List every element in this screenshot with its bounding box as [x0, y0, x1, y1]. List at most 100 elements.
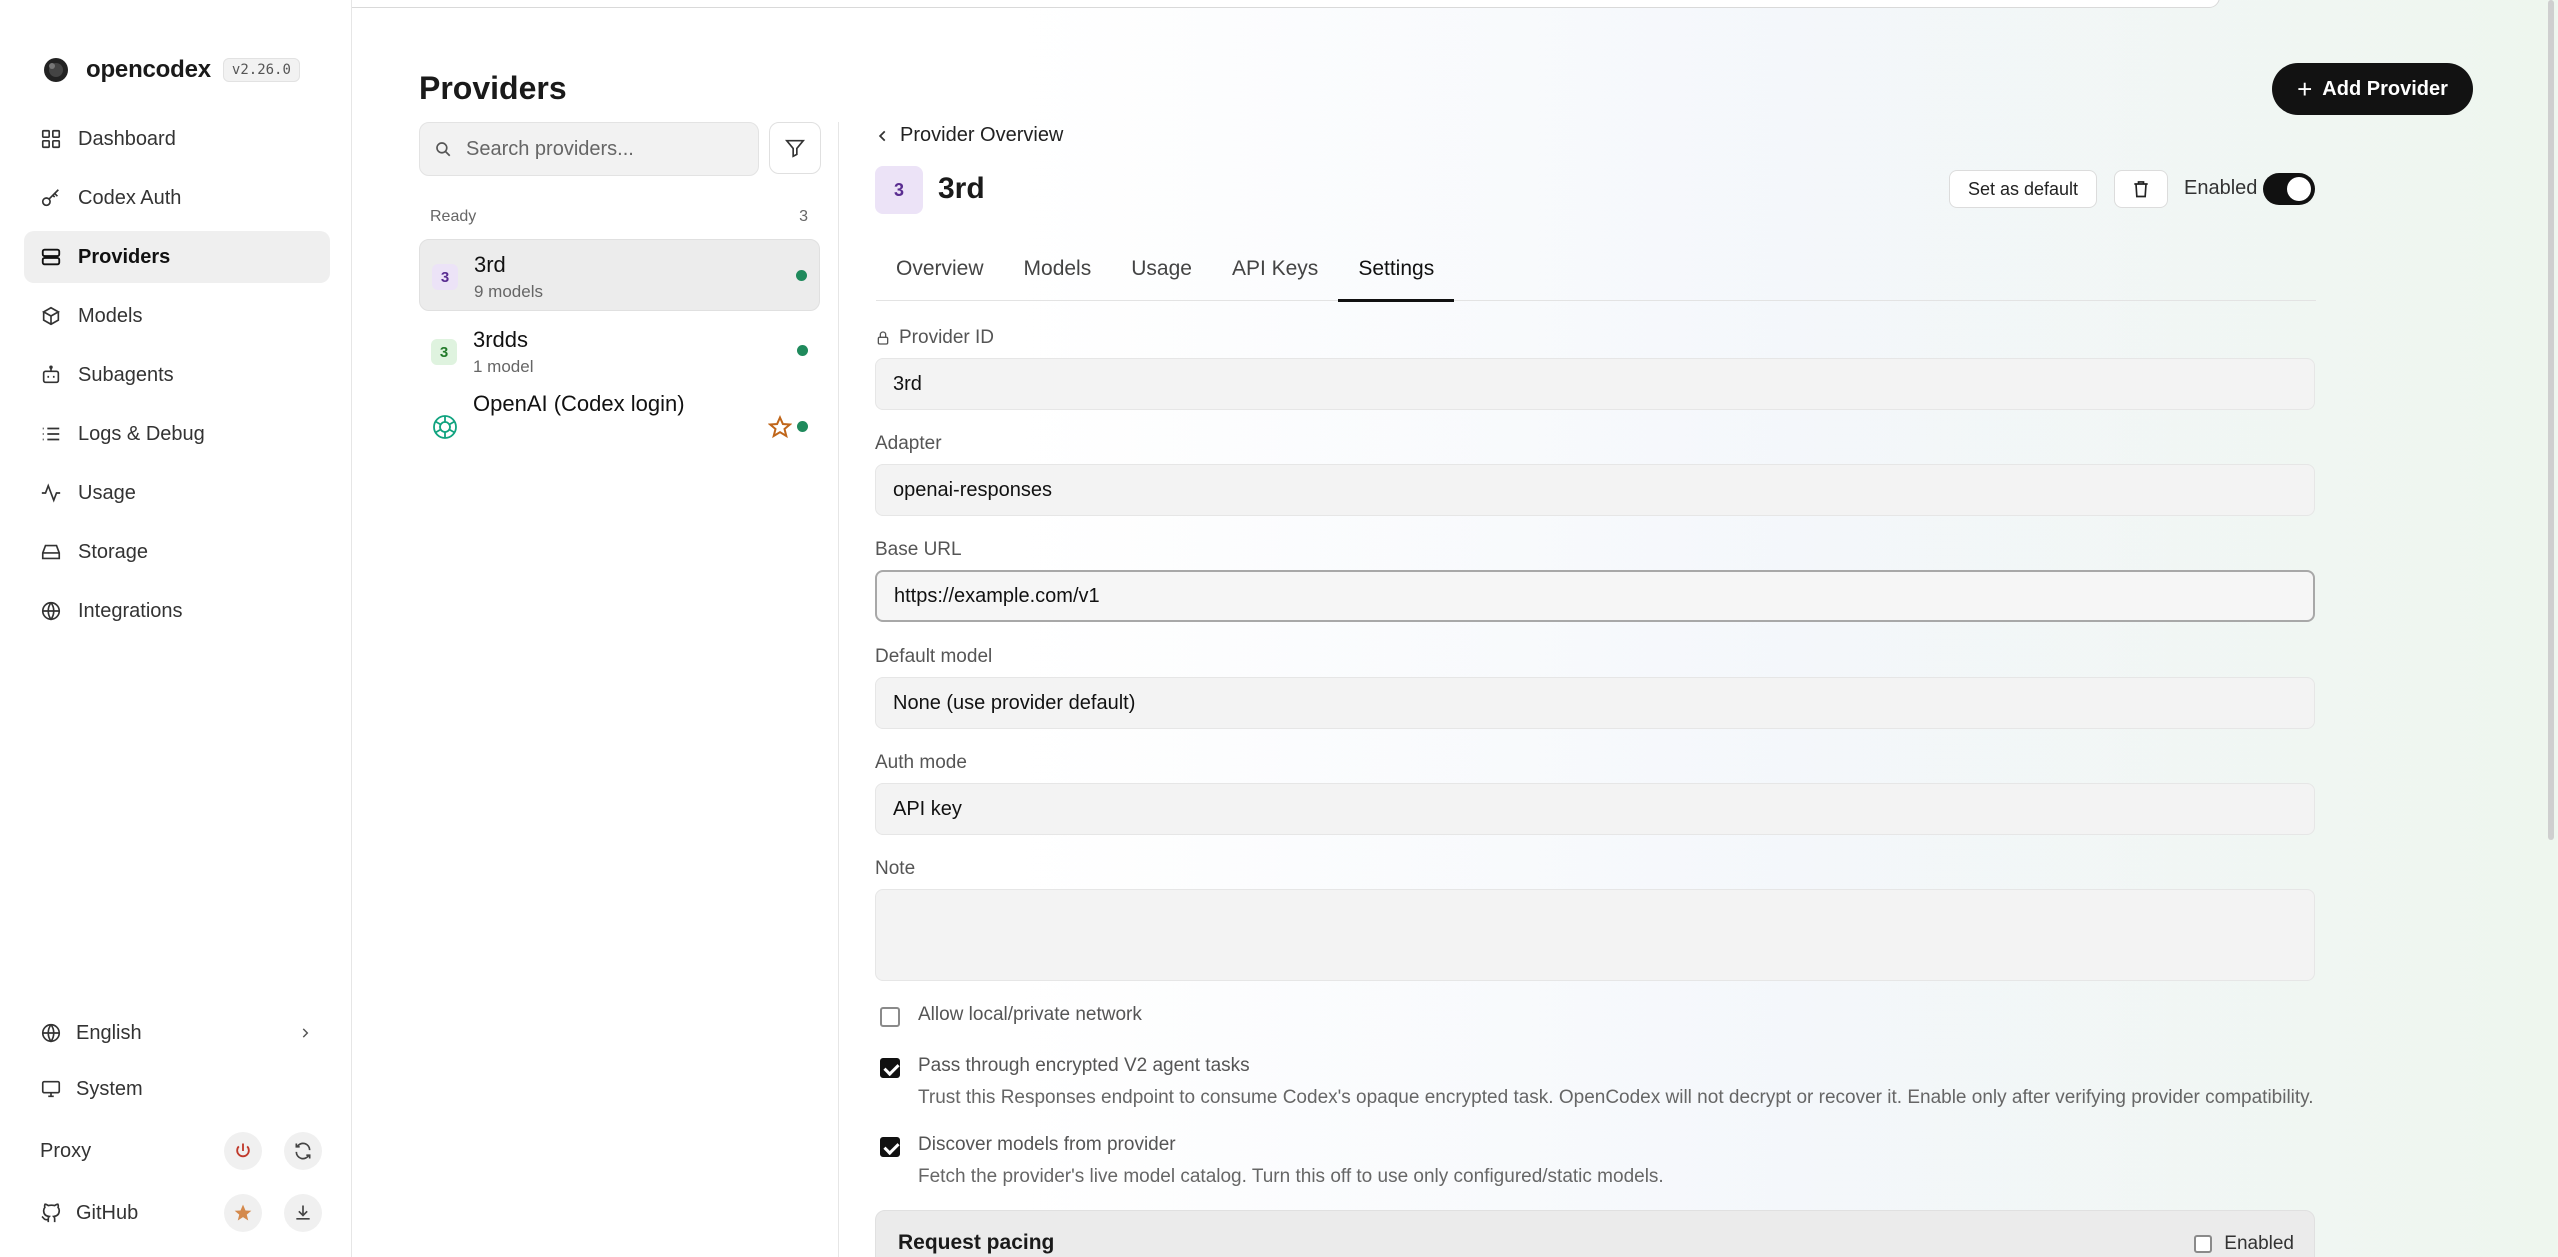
back-to-overview-link[interactable]: Provider Overview	[876, 124, 1063, 147]
lock-icon	[877, 331, 889, 345]
sidebar-item-providers[interactable]: Providers	[24, 231, 330, 283]
enabled-toggle[interactable]	[2263, 173, 2315, 205]
proxy-power-button[interactable]	[224, 1132, 262, 1170]
openai-logo-icon	[433, 415, 457, 439]
auth-mode-select[interactable]: API key	[875, 783, 2315, 835]
sidebar-item-dashboard[interactable]: Dashboard	[24, 113, 330, 165]
provider-id-field[interactable]: 3rd	[875, 358, 2315, 410]
provider-list: 3 3rd 9 models 3 3rdds 1 model OpenAI (C…	[419, 239, 820, 467]
add-provider-label: Add Provider	[2322, 77, 2448, 100]
tab-api-keys[interactable]: API Keys	[1212, 245, 1338, 301]
adapter-select[interactable]: openai-responses	[875, 464, 2315, 516]
pass-through-encrypted-option[interactable]: Pass through encrypted V2 agent tasks Tr…	[880, 1055, 2314, 1109]
adapter-label: Adapter	[875, 433, 942, 454]
sidebar-item-label: Providers	[78, 245, 171, 268]
base-url-input[interactable]: https://example.com/v1	[875, 570, 2315, 622]
sidebar-item-subagents[interactable]: Subagents	[24, 349, 330, 401]
provider-item-openai[interactable]: OpenAI (Codex login)	[419, 391, 820, 463]
note-textarea[interactable]	[875, 889, 2315, 981]
default-star-icon[interactable]	[768, 415, 792, 439]
version-badge: v2.26.0	[222, 58, 300, 82]
sidebar-item-logs-debug[interactable]: Logs & Debug	[24, 408, 330, 460]
download-button[interactable]	[284, 1194, 322, 1232]
group-count: 3	[799, 208, 808, 225]
chevron-left-icon	[878, 130, 886, 141]
status-dot	[796, 270, 807, 281]
sidebar-item-codex-auth[interactable]: Codex Auth	[24, 172, 330, 224]
download-icon	[296, 1205, 310, 1220]
key-icon	[41, 189, 59, 207]
github-label: GitHub	[76, 1201, 139, 1224]
back-link-label: Provider Overview	[900, 124, 1064, 146]
brand[interactable]: opencodex v2.26.0	[38, 52, 300, 88]
provider-name: 3rdds	[473, 327, 529, 352]
sidebar-item-label: Storage	[78, 540, 149, 563]
bot-icon	[42, 365, 60, 384]
pass-through-encrypted-checkbox[interactable]	[880, 1058, 900, 1078]
pacing-enabled-checkbox[interactable]	[2194, 1235, 2213, 1253]
option-title: Pass through encrypted V2 agent tasks	[918, 1055, 1250, 1076]
globe-icon	[41, 601, 61, 621]
default-model-label: Default model	[875, 646, 993, 667]
storage-icon	[41, 544, 61, 560]
sidebar: opencodex v2.26.0 Dashboard Codex Auth P…	[0, 0, 352, 1257]
github-icon	[41, 1203, 61, 1223]
sidebar-item-storage[interactable]: Storage	[24, 526, 330, 578]
page-scrollbar[interactable]	[2548, 0, 2554, 840]
browser-address-bar	[110, 0, 2220, 8]
discover-models-option[interactable]: Discover models from provider Fetch the …	[880, 1134, 1664, 1188]
theme-selector[interactable]: System	[24, 1064, 330, 1114]
pacing-enabled-option[interactable]: Enabled	[2194, 1233, 2294, 1255]
trash-icon	[2134, 181, 2148, 198]
cube-icon	[41, 306, 61, 326]
base-url-label: Base URL	[875, 539, 962, 560]
provider-item-3rdds[interactable]: 3 3rdds 1 model	[419, 315, 820, 387]
proxy-refresh-button[interactable]	[284, 1132, 322, 1170]
sidebar-item-label: Models	[78, 304, 143, 327]
allow-local-network-checkbox[interactable]	[880, 1007, 900, 1027]
provider-badge: 3	[432, 264, 458, 290]
plus-icon: +	[2297, 74, 2313, 104]
tab-usage[interactable]: Usage	[1111, 245, 1212, 301]
provider-title: 3rd	[938, 172, 985, 205]
provider-group-header: Ready 3	[430, 208, 808, 226]
power-icon	[236, 1143, 250, 1158]
filter-button[interactable]	[769, 122, 821, 174]
refresh-icon	[295, 1142, 311, 1160]
delete-button[interactable]	[2114, 170, 2168, 208]
tab-overview[interactable]: Overview	[876, 245, 1004, 301]
allow-local-network-option[interactable]: Allow local/private network	[880, 1004, 1142, 1027]
language-selector[interactable]: English	[24, 1008, 330, 1058]
sidebar-item-label: Usage	[78, 481, 136, 504]
add-provider-button[interactable]: + Add Provider	[2272, 63, 2473, 115]
status-dot	[797, 421, 808, 432]
provider-model-count: 9 models	[474, 282, 543, 301]
discover-models-checkbox[interactable]	[880, 1137, 900, 1157]
auth-mode-label: Auth mode	[875, 752, 967, 773]
proxy-row: Proxy	[24, 1126, 330, 1176]
detail-tabs: Overview Models Usage API Keys Settings	[876, 245, 2316, 302]
provider-item-3rd[interactable]: 3 3rd 9 models	[419, 239, 820, 311]
default-model-select[interactable]: None (use provider default)	[875, 677, 2315, 729]
search-box[interactable]	[419, 122, 759, 176]
status-dot	[797, 345, 808, 356]
globe-icon	[41, 1023, 61, 1043]
filter-icon	[785, 139, 805, 158]
sidebar-item-label: Integrations	[78, 599, 183, 622]
sidebar-item-integrations[interactable]: Integrations	[24, 585, 330, 637]
tab-settings[interactable]: Settings	[1338, 245, 1455, 302]
provider-name: 3rd	[474, 252, 506, 277]
search-input[interactable]	[466, 137, 726, 161]
sidebar-item-label: Dashboard	[78, 127, 176, 150]
sidebar-item-models[interactable]: Models	[24, 290, 330, 342]
group-label: Ready	[430, 208, 477, 225]
theme-label: System	[76, 1077, 143, 1100]
tab-models[interactable]: Models	[1004, 245, 1112, 301]
provider-badge: 3	[431, 339, 457, 365]
provider-id-label-text: Provider ID	[899, 327, 995, 348]
star-icon	[234, 1204, 252, 1221]
sidebar-item-usage[interactable]: Usage	[24, 467, 330, 519]
github-row[interactable]: GitHub	[24, 1188, 330, 1238]
set-default-button[interactable]: Set as default	[1949, 170, 2097, 208]
github-star-button[interactable]	[224, 1194, 262, 1232]
